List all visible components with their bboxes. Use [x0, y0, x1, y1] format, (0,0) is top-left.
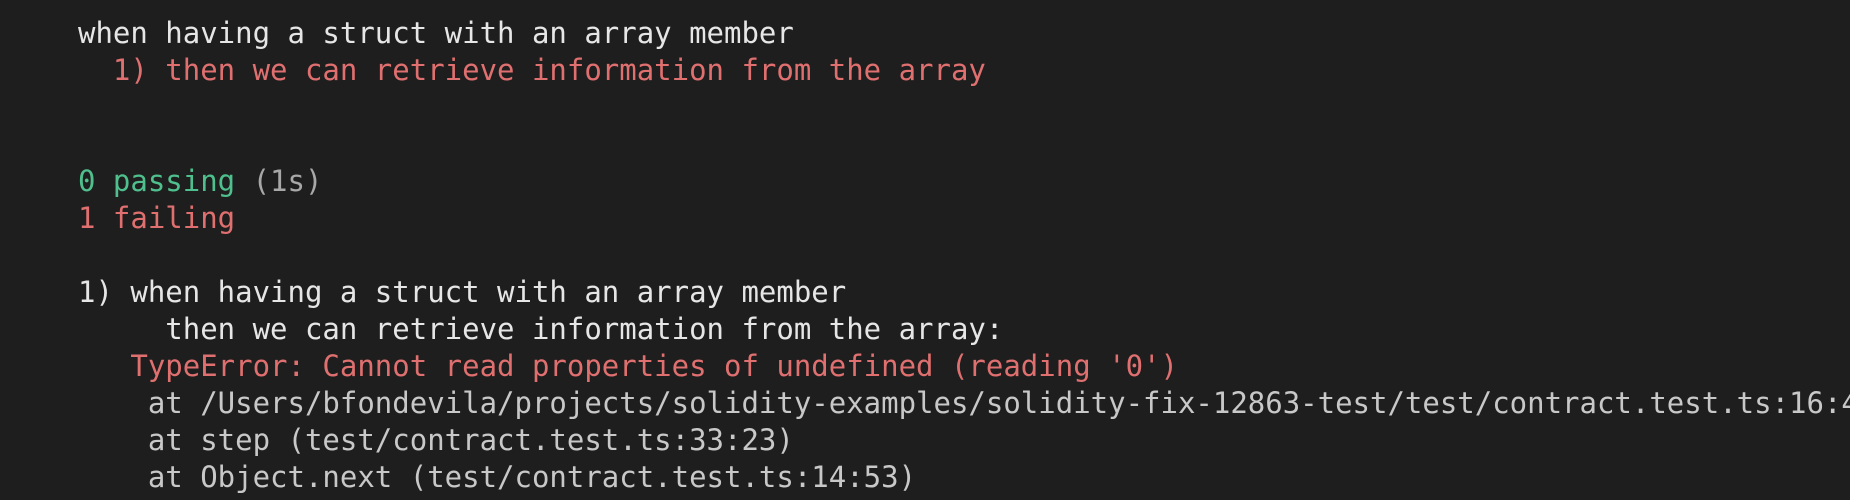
stack-trace-line: at Object.next (test/contract.test.ts:14…	[78, 460, 917, 494]
failing-count: 1 failing	[78, 201, 236, 235]
terminal-output: when having a struct with an array membe…	[0, 0, 1850, 500]
suite-header: when having a struct with an array membe…	[78, 16, 794, 50]
passing-duration: (1s)	[235, 164, 323, 198]
failure-title: 1) when having a struct with an array me…	[78, 275, 847, 309]
failure-subtitle: then we can retrieve information from th…	[78, 312, 1004, 346]
error-message: TypeError: Cannot read properties of und…	[78, 349, 1178, 383]
passing-summary: 0 passing (1s)	[78, 163, 322, 200]
failed-test-title: 1) then we can retrieve information from…	[78, 53, 986, 87]
passing-count: 0 passing	[78, 164, 236, 198]
stack-trace-line: at step (test/contract.test.ts:33:23)	[78, 423, 794, 457]
stack-trace-line: at /Users/bfondevila/projects/solidity-e…	[78, 386, 1850, 420]
